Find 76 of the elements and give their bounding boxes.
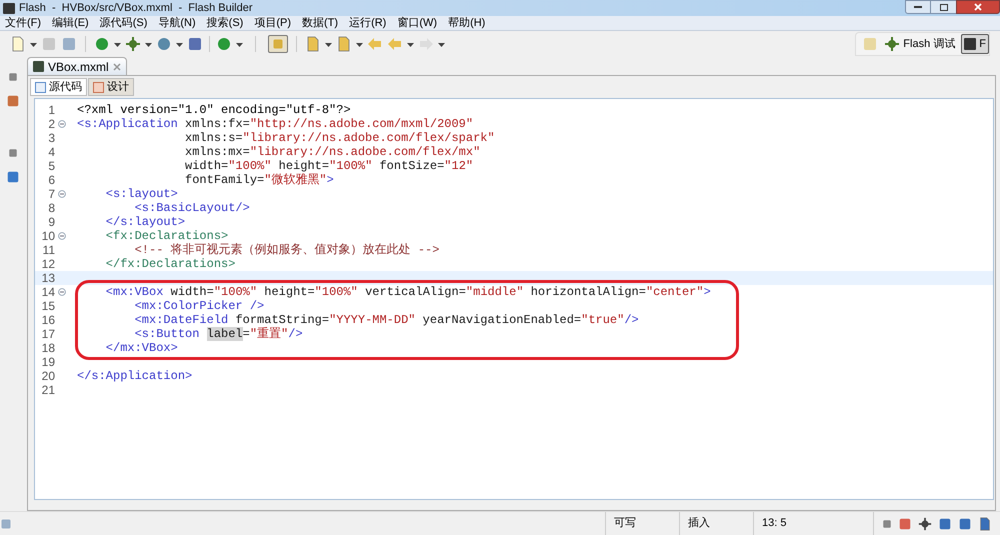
close-icon[interactable] bbox=[112, 62, 121, 70]
line-number: 14 bbox=[40, 285, 55, 299]
line-number: 18 bbox=[40, 341, 55, 355]
line-number: 9 bbox=[47, 215, 55, 229]
code-line: fontFamily="微软雅黑"> bbox=[184, 173, 334, 187]
app-icon bbox=[964, 38, 976, 50]
view-tab[interactable]: 设计 bbox=[88, 78, 134, 96]
line-number: 11 bbox=[42, 243, 55, 257]
line-number: 12 bbox=[40, 257, 55, 271]
line-number: 4 bbox=[47, 145, 55, 159]
menu-item[interactable]: 运行(R) bbox=[349, 16, 386, 30]
menu-item[interactable]: 搜索(S) bbox=[206, 16, 244, 30]
network-icon[interactable] bbox=[918, 516, 932, 532]
editor-tab[interactable]: VBox.mxml bbox=[27, 57, 127, 75]
code-line: xmlns:s="library://ns.adobe.com/flex/spark" bbox=[184, 131, 495, 145]
line-number: 16 bbox=[40, 313, 55, 327]
minimize-button[interactable] bbox=[905, 0, 931, 14]
menu-item[interactable]: 源代码(S) bbox=[100, 16, 148, 30]
status-field: 可写 bbox=[605, 512, 679, 535]
line-number: 8 bbox=[47, 201, 55, 215]
code-line: <mx:VBox width="100%" height="100%" verticalAlign="middle" horizontalAlign="center"> bbox=[104, 285, 711, 299]
code-line: <!-- 将非可视元素（例如服务、值对象）放在此处 --> bbox=[134, 243, 440, 257]
perspective-button[interactable]: F bbox=[961, 34, 989, 54]
status-field: 13: 5 bbox=[753, 512, 873, 535]
code-line: </s:layout> bbox=[104, 215, 186, 229]
line-number: 17 bbox=[40, 327, 55, 341]
line-number: 5 bbox=[47, 159, 55, 173]
code-editor[interactable] bbox=[34, 98, 994, 500]
file-icon bbox=[33, 61, 44, 72]
code-line: <?xml version="1.0" encoding="utf-8"?> bbox=[77, 103, 351, 117]
code-line: </fx:Declarations> bbox=[104, 257, 236, 271]
line-number: 13 bbox=[40, 271, 55, 285]
menu-item[interactable]: 项目(P) bbox=[254, 16, 292, 30]
line-number: 10 bbox=[40, 229, 55, 243]
code-line: <mx:ColorPicker /> bbox=[134, 299, 264, 313]
app-icon bbox=[3, 2, 15, 14]
fold-icon[interactable] bbox=[58, 190, 66, 198]
code-line: width="100%" height="100%" fontSize="12" bbox=[184, 159, 474, 173]
view-tab[interactable]: 源代码 bbox=[30, 78, 87, 96]
code-line: <s:Button label="重置"/> bbox=[134, 327, 303, 341]
menu-item[interactable]: 编辑(E) bbox=[52, 16, 89, 30]
menu-item[interactable]: 帮助(H) bbox=[448, 16, 486, 30]
line-number: 2 bbox=[47, 117, 55, 131]
menu-item[interactable]: 窗口(W) bbox=[397, 16, 438, 30]
line-number: 6 bbox=[47, 173, 55, 187]
bug-icon bbox=[884, 36, 900, 52]
tab-title: VBox.mxml bbox=[48, 58, 109, 76]
close-icon bbox=[974, 3, 982, 11]
line-number: 20 bbox=[40, 369, 55, 383]
code-line: xmlns:mx="library://ns.adobe.com/flex/mx" bbox=[184, 145, 480, 159]
menu-item[interactable]: 导航(N) bbox=[158, 16, 196, 30]
fold-icon[interactable] bbox=[58, 120, 66, 128]
code-line: </mx:VBox> bbox=[104, 341, 178, 355]
code-line: </s:Application> bbox=[77, 369, 192, 383]
line-number: 3 bbox=[47, 131, 55, 145]
code-line: <s:BasicLayout/> bbox=[134, 201, 250, 215]
status-field: 插入 bbox=[679, 512, 753, 535]
fold-icon[interactable] bbox=[58, 232, 66, 240]
line-number: 19 bbox=[40, 355, 55, 369]
line-number: 1 bbox=[47, 103, 55, 117]
menu-item[interactable]: 文件(F) bbox=[5, 16, 42, 30]
line-number: 7 bbox=[47, 187, 55, 201]
code-line: <mx:DateField formatString="YYYY-MM-DD" yearNavigationEnabled="true"/> bbox=[134, 313, 639, 327]
code-line: <fx:Declarations> bbox=[104, 229, 228, 243]
close-button[interactable] bbox=[956, 0, 1000, 14]
line-number: 21 bbox=[40, 383, 55, 397]
debug-icon[interactable] bbox=[125, 36, 141, 52]
line-number: 15 bbox=[40, 299, 55, 313]
menu-item[interactable]: 数据(T) bbox=[302, 16, 338, 30]
code-line: <s:Application xmlns:fx="http://ns.adobe.com/mxml/2009" bbox=[77, 117, 474, 131]
maximize-button[interactable] bbox=[931, 0, 956, 14]
design-icon bbox=[93, 82, 104, 92]
fold-icon[interactable] bbox=[58, 288, 66, 296]
code-line: <s:layout> bbox=[104, 187, 178, 201]
perspective-button[interactable]: Flash 调试 bbox=[882, 34, 958, 54]
window-title: Flash - HVBox/src/VBox.mxml - Flash Builder bbox=[19, 0, 252, 16]
